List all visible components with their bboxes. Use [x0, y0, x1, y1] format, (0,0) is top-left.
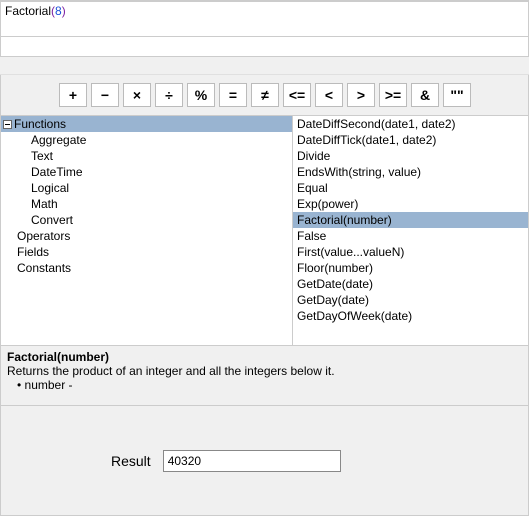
description-body: Returns the product of an integer and al… — [7, 364, 522, 378]
operator-button[interactable]: > — [347, 83, 375, 107]
operator-button[interactable]: <= — [283, 83, 311, 107]
function-list-item[interactable]: DateDiffSecond(date1, date2) — [293, 116, 528, 132]
expression-input[interactable]: Factorial(8) — [0, 1, 529, 37]
function-list-item[interactable]: Factorial(number) — [293, 212, 528, 228]
operator-toolbar: +−×÷%=≠<=<>>=&"" — [0, 75, 529, 116]
description-title: Factorial(number) — [7, 350, 522, 364]
function-list-item[interactable]: GetDay(date) — [293, 292, 528, 308]
operator-button[interactable]: ≠ — [251, 83, 279, 107]
operator-button[interactable]: % — [187, 83, 215, 107]
expression-secondary[interactable] — [0, 37, 529, 57]
tree-item[interactable]: Text — [1, 148, 292, 164]
tree-item[interactable]: Constants — [1, 260, 292, 276]
result-panel: Result — [0, 406, 529, 516]
function-list-item[interactable]: EndsWith(string, value) — [293, 164, 528, 180]
function-list-item[interactable]: False — [293, 228, 528, 244]
operator-button[interactable]: + — [59, 83, 87, 107]
function-list-item[interactable]: Floor(number) — [293, 260, 528, 276]
result-label: Result — [111, 453, 151, 469]
separator-bar — [0, 57, 529, 75]
tree-item[interactable]: Fields — [1, 244, 292, 260]
operator-button[interactable]: − — [91, 83, 119, 107]
operator-button[interactable]: "" — [443, 83, 471, 107]
function-list-item[interactable]: Equal — [293, 180, 528, 196]
function-list-item[interactable]: DateDiffTick(date1, date2) — [293, 132, 528, 148]
operator-button[interactable]: × — [123, 83, 151, 107]
category-tree[interactable]: Functions AggregateTextDateTimeLogicalMa… — [1, 116, 293, 345]
function-list-item[interactable]: GetDate(date) — [293, 276, 528, 292]
collapse-icon[interactable] — [3, 120, 12, 129]
function-list-item[interactable]: First(value...valueN) — [293, 244, 528, 260]
tree-item[interactable]: Aggregate — [1, 132, 292, 148]
function-list[interactable]: DateDiffSecond(date1, date2)DateDiffTick… — [293, 116, 528, 345]
operator-button[interactable]: < — [315, 83, 343, 107]
tree-item[interactable]: DateTime — [1, 164, 292, 180]
expr-argument: 8 — [55, 4, 62, 18]
operator-button[interactable]: = — [219, 83, 247, 107]
expr-close-paren: ) — [62, 4, 66, 18]
expr-function: Factorial — [5, 4, 51, 18]
tree-item[interactable]: Convert — [1, 212, 292, 228]
tree-root-label: Functions — [14, 117, 66, 131]
function-list-item[interactable]: GetDayOfWeek(date) — [293, 308, 528, 324]
tree-root-functions[interactable]: Functions — [1, 116, 292, 132]
description-param: • number - — [7, 378, 522, 392]
function-list-item[interactable]: Exp(power) — [293, 196, 528, 212]
tree-item[interactable]: Logical — [1, 180, 292, 196]
tree-item[interactable]: Math — [1, 196, 292, 212]
operator-button[interactable]: >= — [379, 83, 407, 107]
operator-button[interactable]: & — [411, 83, 439, 107]
operator-button[interactable]: ÷ — [155, 83, 183, 107]
function-list-item[interactable]: Divide — [293, 148, 528, 164]
tree-item[interactable]: Operators — [1, 228, 292, 244]
description-panel: Factorial(number) Returns the product of… — [0, 346, 529, 406]
result-value[interactable] — [163, 450, 341, 472]
